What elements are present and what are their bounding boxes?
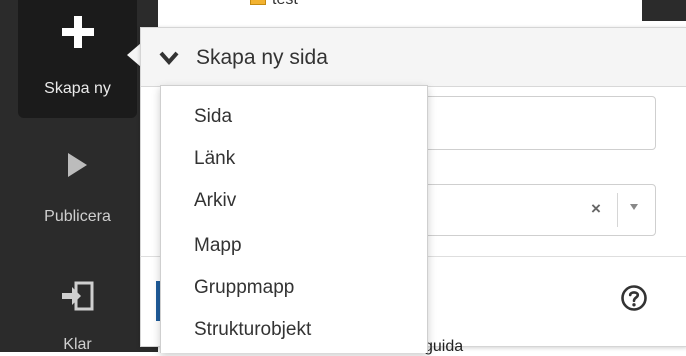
menu-item-strukturobjekt[interactable]: Strukturobjekt <box>161 308 427 351</box>
done-button[interactable]: Klar <box>18 270 137 353</box>
corner-block <box>642 0 686 21</box>
menu-item-lank[interactable]: Länk <box>161 137 427 180</box>
panel-pointer <box>127 43 141 67</box>
menu-item-label: Arkiv <box>194 190 237 211</box>
menu-item-label: Sida <box>194 106 233 127</box>
panel-title: Skapa ny sida <box>196 46 328 69</box>
panel-header[interactable]: Skapa ny sida <box>141 28 686 87</box>
page-type-menu: Sida Länk Arkiv Mapp Gruppmapp Strukturo… <box>160 85 428 353</box>
caret-down-icon[interactable] <box>630 204 638 210</box>
done-label: Klar <box>63 336 92 353</box>
play-icon <box>68 153 87 177</box>
tree-node[interactable]: test <box>250 0 298 11</box>
plus-icon <box>62 16 94 48</box>
menu-item-label: Strukturobjekt <box>194 319 312 340</box>
menu-item-label: Mapp <box>194 235 242 256</box>
chevron-down-icon <box>159 51 179 65</box>
publish-label: Publicera <box>44 208 111 225</box>
create-new-label: Skapa ny <box>44 80 111 97</box>
select-divider <box>617 193 618 227</box>
create-new-button[interactable]: Skapa ny <box>18 0 137 118</box>
background-text: guida <box>424 338 464 355</box>
tree-node-label: test <box>272 0 298 8</box>
menu-item-sida[interactable]: Sida <box>161 95 427 138</box>
clear-selection-icon[interactable]: × <box>591 199 601 219</box>
menu-item-arkiv[interactable]: Arkiv <box>161 179 427 222</box>
publish-button[interactable]: Publicera <box>18 140 137 240</box>
menu-item-gruppmapp[interactable]: Gruppmapp <box>161 266 427 309</box>
folder-icon <box>250 0 266 5</box>
menu-item-mapp[interactable]: Mapp <box>161 224 427 267</box>
help-icon[interactable] <box>620 284 648 312</box>
sign-in-icon <box>62 281 94 311</box>
menu-item-label: Gruppmapp <box>194 277 295 298</box>
menu-item-label: Länk <box>194 148 236 169</box>
